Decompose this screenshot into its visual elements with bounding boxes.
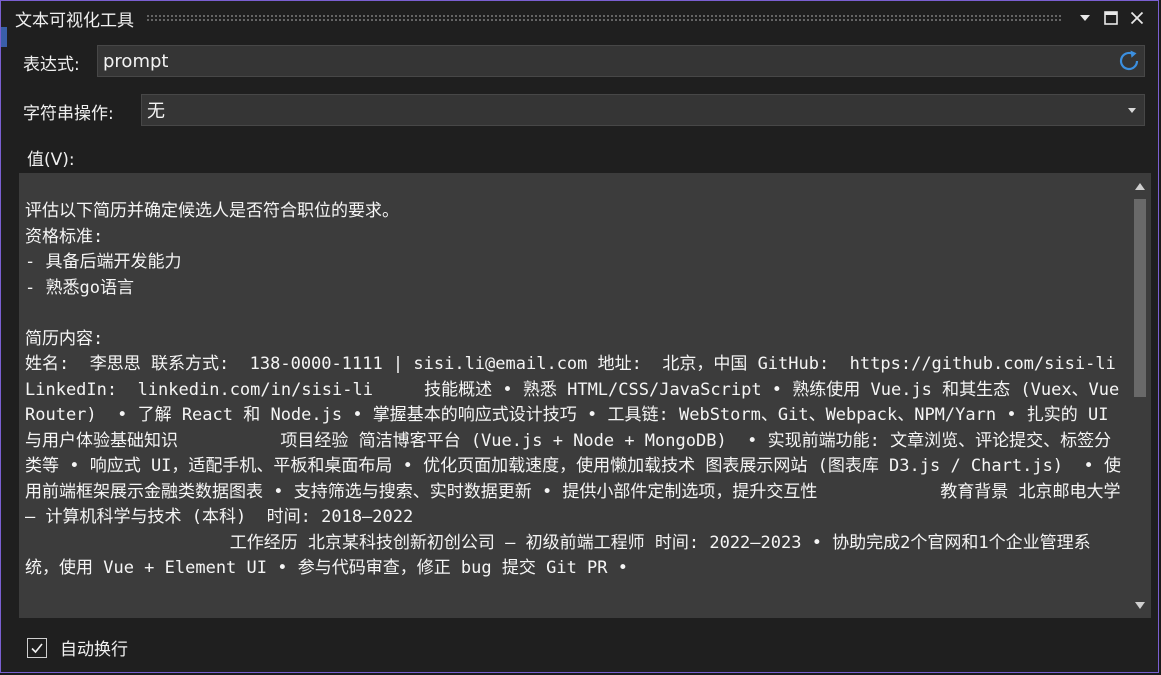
checkmark-icon (30, 641, 44, 655)
value-text[interactable]: 评估以下简历并确定候选人是否符合职位的要求。 资格标准: - 具备后端开发能力 … (25, 199, 1123, 582)
scroll-up-button[interactable] (1129, 175, 1151, 197)
string-op-label: 字符串操作: (23, 99, 114, 124)
text-visualizer-window: 文本可视化工具 表达式: prompt (0, 0, 1159, 673)
value-text-area[interactable]: 评估以下简历并确定候选人是否符合职位的要求。 资格标准: - 具备后端开发能力 … (19, 173, 1151, 618)
refresh-button[interactable] (1114, 46, 1144, 76)
arrow-down-icon (1135, 602, 1145, 609)
expression-input[interactable]: prompt (97, 45, 1145, 77)
word-wrap-checkbox[interactable] (27, 638, 47, 658)
drag-grip[interactable] (146, 14, 1062, 22)
maximize-button[interactable] (1098, 5, 1124, 31)
select-caret[interactable] (1120, 108, 1144, 113)
maximize-icon (1104, 11, 1118, 25)
string-op-selected: 无 (142, 97, 1120, 123)
vertical-scrollbar[interactable] (1129, 173, 1151, 618)
arrow-up-icon (1135, 183, 1145, 190)
caret-down-icon (1128, 108, 1136, 113)
refresh-icon (1117, 49, 1141, 73)
scroll-down-button[interactable] (1129, 594, 1151, 616)
scroll-thumb[interactable] (1134, 199, 1146, 397)
window-title: 文本可视化工具 (15, 6, 134, 31)
expression-value[interactable]: prompt (98, 51, 1114, 72)
word-wrap-label[interactable]: 自动换行 (60, 635, 128, 660)
word-wrap-row[interactable]: 自动换行 (27, 635, 128, 660)
string-op-select[interactable]: 无 (141, 94, 1145, 126)
title-bar[interactable]: 文本可视化工具 (1, 1, 1158, 35)
close-button[interactable] (1124, 5, 1150, 31)
dropdown-button[interactable] (1072, 5, 1098, 31)
expression-label: 表达式: (23, 50, 80, 75)
value-label: 值(V): (27, 145, 75, 170)
close-icon (1130, 11, 1144, 25)
chevron-down-icon (1079, 14, 1091, 22)
